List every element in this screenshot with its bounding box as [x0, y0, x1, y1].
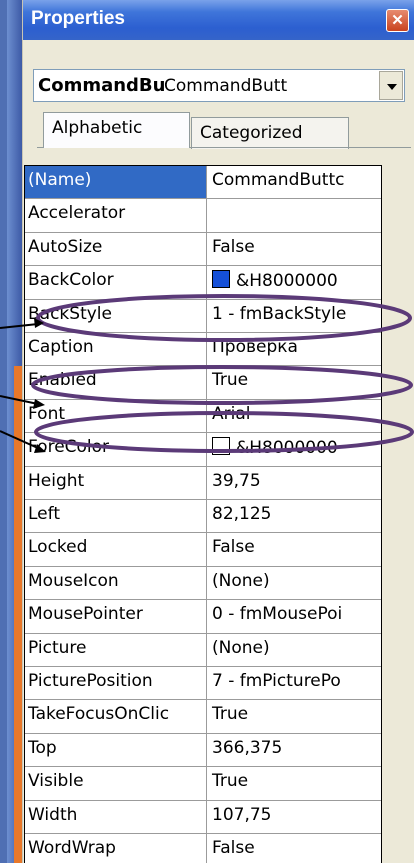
property-name[interactable]: Top: [25, 733, 207, 767]
property-row[interactable]: Height 39,75: [25, 466, 381, 500]
property-row[interactable]: BackColor &H8000000: [25, 266, 381, 300]
color-swatch: [212, 437, 230, 456]
property-value[interactable]: 1 - fmBackStyle: [208, 300, 381, 332]
property-value-text: &H8000000: [236, 271, 338, 292]
property-row[interactable]: (Name) CommandButtc: [25, 166, 381, 200]
property-name[interactable]: Caption: [25, 333, 207, 366]
property-row[interactable]: Width 107,75: [25, 800, 381, 834]
property-value[interactable]: True: [208, 767, 381, 799]
property-value[interactable]: True: [208, 366, 381, 398]
property-value[interactable]: &H8000000: [208, 266, 381, 298]
property-value[interactable]: 0 - fmMousePoi: [208, 600, 381, 632]
property-name[interactable]: MousePointer: [25, 600, 207, 633]
property-value-text: &H8000000: [236, 438, 338, 459]
tab-alphabetic-label: Alphabetic: [52, 118, 143, 138]
property-name[interactable]: Enabled: [25, 366, 207, 399]
property-name[interactable]: Locked: [25, 533, 207, 566]
property-name[interactable]: TakeFocusOnClic: [25, 700, 207, 733]
property-row[interactable]: ForeColor &H8000000: [25, 433, 381, 467]
object-name: CommandBu: [38, 75, 166, 96]
property-name[interactable]: MouseIcon: [25, 566, 207, 600]
title-bar[interactable]: Properties ✕: [23, 0, 414, 40]
property-row[interactable]: Visible True: [25, 767, 381, 801]
property-row[interactable]: Picture (None): [25, 633, 381, 667]
property-row[interactable]: MousePointer 0 - fmMousePoi: [25, 600, 381, 634]
property-name[interactable]: AutoSize: [25, 232, 207, 266]
property-value[interactable]: False: [208, 233, 381, 265]
dropdown-arrow-button[interactable]: [379, 71, 403, 100]
property-value[interactable]: (None): [208, 567, 381, 599]
object-type: CommandButt: [164, 76, 288, 96]
property-row[interactable]: Left 82,125: [25, 500, 381, 534]
property-row[interactable]: WordWrap False: [25, 834, 381, 863]
background-window-strip: [0, 0, 22, 863]
property-value[interactable]: 82,125: [208, 500, 381, 532]
tab-categorized[interactable]: Categorized: [191, 117, 349, 149]
property-row[interactable]: Enabled True: [25, 366, 381, 400]
property-name[interactable]: Font: [25, 399, 207, 433]
property-row[interactable]: Font Arial: [25, 399, 381, 434]
property-name[interactable]: WordWrap: [25, 834, 207, 863]
property-value[interactable]: False: [208, 834, 381, 863]
property-row[interactable]: Top 366,375: [25, 733, 381, 768]
property-value[interactable]: &H8000000: [208, 433, 381, 465]
background-window-orange-edge: [14, 366, 22, 863]
tab-alphabetic[interactable]: Alphabetic: [43, 112, 190, 148]
window-title: Properties: [31, 8, 125, 29]
property-value[interactable]: CommandButtc: [208, 166, 381, 198]
close-icon: ✕: [391, 12, 404, 29]
property-name[interactable]: Left: [25, 500, 207, 533]
property-row[interactable]: Locked False: [25, 533, 381, 567]
property-row[interactable]: Accelerator: [25, 199, 381, 233]
property-value[interactable]: Проверка: [208, 333, 381, 365]
color-swatch: [212, 270, 230, 289]
property-name[interactable]: Height: [25, 466, 207, 499]
property-name[interactable]: Accelerator: [25, 199, 207, 232]
property-name[interactable]: PicturePosition: [25, 667, 207, 700]
property-value[interactable]: True: [208, 700, 381, 732]
property-value[interactable]: Arial: [208, 400, 381, 432]
property-row[interactable]: Caption Проверка: [25, 333, 381, 367]
property-grid: (Name) CommandButtc Accelerator AutoSize Fal…: [24, 165, 382, 863]
close-button[interactable]: ✕: [386, 9, 409, 32]
property-value[interactable]: False: [208, 533, 381, 565]
property-name[interactable]: (Name): [25, 166, 207, 199]
property-name[interactable]: ForeColor: [25, 433, 207, 466]
property-value[interactable]: 7 - fmPicturePo: [208, 667, 381, 699]
object-selector-combobox[interactable]: CommandBu CommandButt: [33, 69, 405, 102]
tab-categorized-label: Categorized: [200, 123, 303, 143]
property-row[interactable]: MouseIcon (None): [25, 566, 381, 601]
property-name[interactable]: BackStyle: [25, 299, 207, 332]
property-name[interactable]: Picture: [25, 633, 207, 666]
property-name[interactable]: Width: [25, 800, 207, 833]
property-row[interactable]: BackStyle 1 - fmBackStyle: [25, 299, 381, 333]
property-value[interactable]: (None): [208, 634, 381, 666]
property-value[interactable]: 39,75: [208, 467, 381, 499]
property-row[interactable]: AutoSize False: [25, 232, 381, 267]
property-value[interactable]: [208, 199, 381, 231]
property-name[interactable]: BackColor: [25, 266, 207, 299]
property-value[interactable]: 107,75: [208, 801, 381, 833]
property-value[interactable]: 366,375: [208, 734, 381, 766]
property-name[interactable]: Visible: [25, 767, 207, 800]
property-row[interactable]: TakeFocusOnClic True: [25, 700, 381, 734]
property-row[interactable]: PicturePosition 7 - fmPicturePo: [25, 667, 381, 701]
